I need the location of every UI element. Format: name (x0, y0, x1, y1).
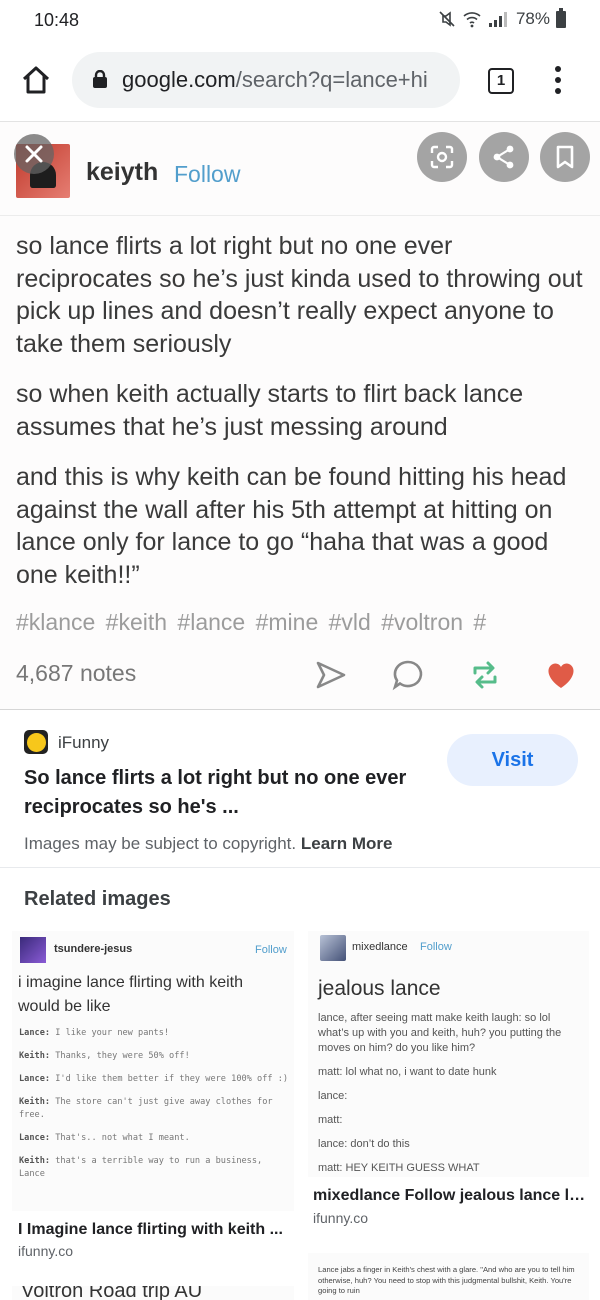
related-caption[interactable]: mixedlance Follow jealous lance la... (313, 1187, 588, 1205)
post-paragraph: so when keith actually starts to flirt b… (16, 380, 524, 441)
image-result-info: iFunny So lance flirts a lot right but n… (0, 712, 600, 866)
related-image-thumbnail[interactable]: Lance jabs a finger in Keith's chest wit… (308, 1253, 589, 1300)
related-image-thumbnail[interactable]: mixedlance Follow jealous lance lance, a… (308, 931, 589, 1177)
visit-button[interactable]: Visit (447, 734, 578, 786)
post-footer: 4,687 notes (0, 652, 600, 702)
copyright-notice: Images may be subject to copyright. Lear… (24, 834, 393, 854)
thumbnail-text: Lance jabs a finger in Keith's chest wit… (318, 1265, 575, 1295)
reblog-icon (473, 661, 497, 689)
close-icon[interactable] (14, 134, 54, 174)
url-host: google.com (122, 67, 236, 92)
bookmark-icon[interactable] (540, 132, 590, 182)
send-icon (316, 661, 346, 689)
mute-icon (439, 11, 455, 27)
status-time: 10:48 (34, 10, 80, 30)
post-header: keiyth Follow (0, 122, 600, 214)
thumbnail-dialogue: Lance: I like your new pants! Keith: Tha… (19, 1028, 289, 1179)
address-bar[interactable]: google.com/search?q=lance+hi (72, 52, 460, 108)
notes-count: 4,687 notes (16, 660, 137, 686)
thumbnail-follow: Follow (255, 944, 287, 956)
thumbnail-heading: jealous lance (318, 977, 441, 1000)
post-paragraph: and this is why keith can be found hitti… (16, 463, 567, 589)
post-header-divider (0, 215, 600, 216)
lens-search-icon[interactable] (417, 132, 467, 182)
thumbnail-username: mixedlance (352, 941, 408, 953)
reply-icon (392, 660, 423, 691)
result-title[interactable]: So lance flirts a lot right but no one e… (24, 764, 424, 822)
thumbnail-avatar (20, 937, 46, 963)
thumbnail-avatar (320, 935, 346, 961)
thumbnail-heading: i imagine lance flirting with keith woul… (18, 974, 243, 1015)
home-icon[interactable] (20, 64, 52, 96)
lock-icon (93, 70, 107, 88)
url-text: google.com/search?q=lance+hi (122, 67, 452, 93)
viewer-divider (0, 709, 600, 710)
tab-switcher-button[interactable]: 1 (488, 68, 514, 94)
result-divider (0, 867, 600, 868)
related-image-thumbnail[interactable]: tsundere-jesus Follow i imagine lance fl… (12, 931, 294, 1211)
url-path: /search?q=lance+hi (235, 67, 428, 92)
learn-more-link[interactable]: Learn More (301, 834, 393, 853)
battery-percent: 78% (515, 9, 550, 28)
post-tags: #klance #keith #lance #mine #vld #voltro… (16, 609, 487, 635)
share-icon[interactable] (479, 132, 529, 182)
related-source: ifunny.co (18, 1243, 73, 1259)
browser-toolbar: google.com/search?q=lance+hi 1 (0, 40, 600, 122)
like-heart-icon (548, 663, 574, 688)
battery-icon (556, 7, 566, 28)
status-bar: 10:48 78% (0, 0, 600, 40)
post-follow-link: Follow (174, 161, 241, 187)
post-username: keiyth (86, 158, 159, 186)
signal-icon (488, 12, 507, 27)
image-viewer: keiyth Follow so lance flirts a lot righ… (0, 122, 600, 710)
thumbnail-heading: Voltron Road trip AU (21, 1286, 203, 1300)
related-image-thumbnail[interactable]: Voltron Road trip AU (12, 1286, 294, 1300)
wifi-icon (463, 12, 481, 28)
status-icons: 78% (438, 7, 566, 29)
copyright-text: Images may be subject to copyright. (24, 834, 297, 853)
related-caption[interactable]: I Imagine lance flirting with keith ... (18, 1221, 288, 1239)
thumbnail-follow: Follow (420, 941, 452, 953)
thumbnail-username: tsundere-jesus (54, 943, 133, 955)
post-body: so lance flirts a lot right but no one e… (16, 230, 586, 609)
ifunny-logo-icon (24, 730, 48, 754)
thumbnail-text: lance, after seeing matt make keith laug… (318, 1012, 562, 1174)
more-menu-icon[interactable] (548, 66, 568, 96)
related-images-heading: Related images (24, 888, 171, 910)
post-paragraph: so lance flirts a lot right but no one e… (16, 232, 583, 358)
related-source: ifunny.co (313, 1210, 368, 1226)
result-source: iFunny (58, 733, 110, 752)
